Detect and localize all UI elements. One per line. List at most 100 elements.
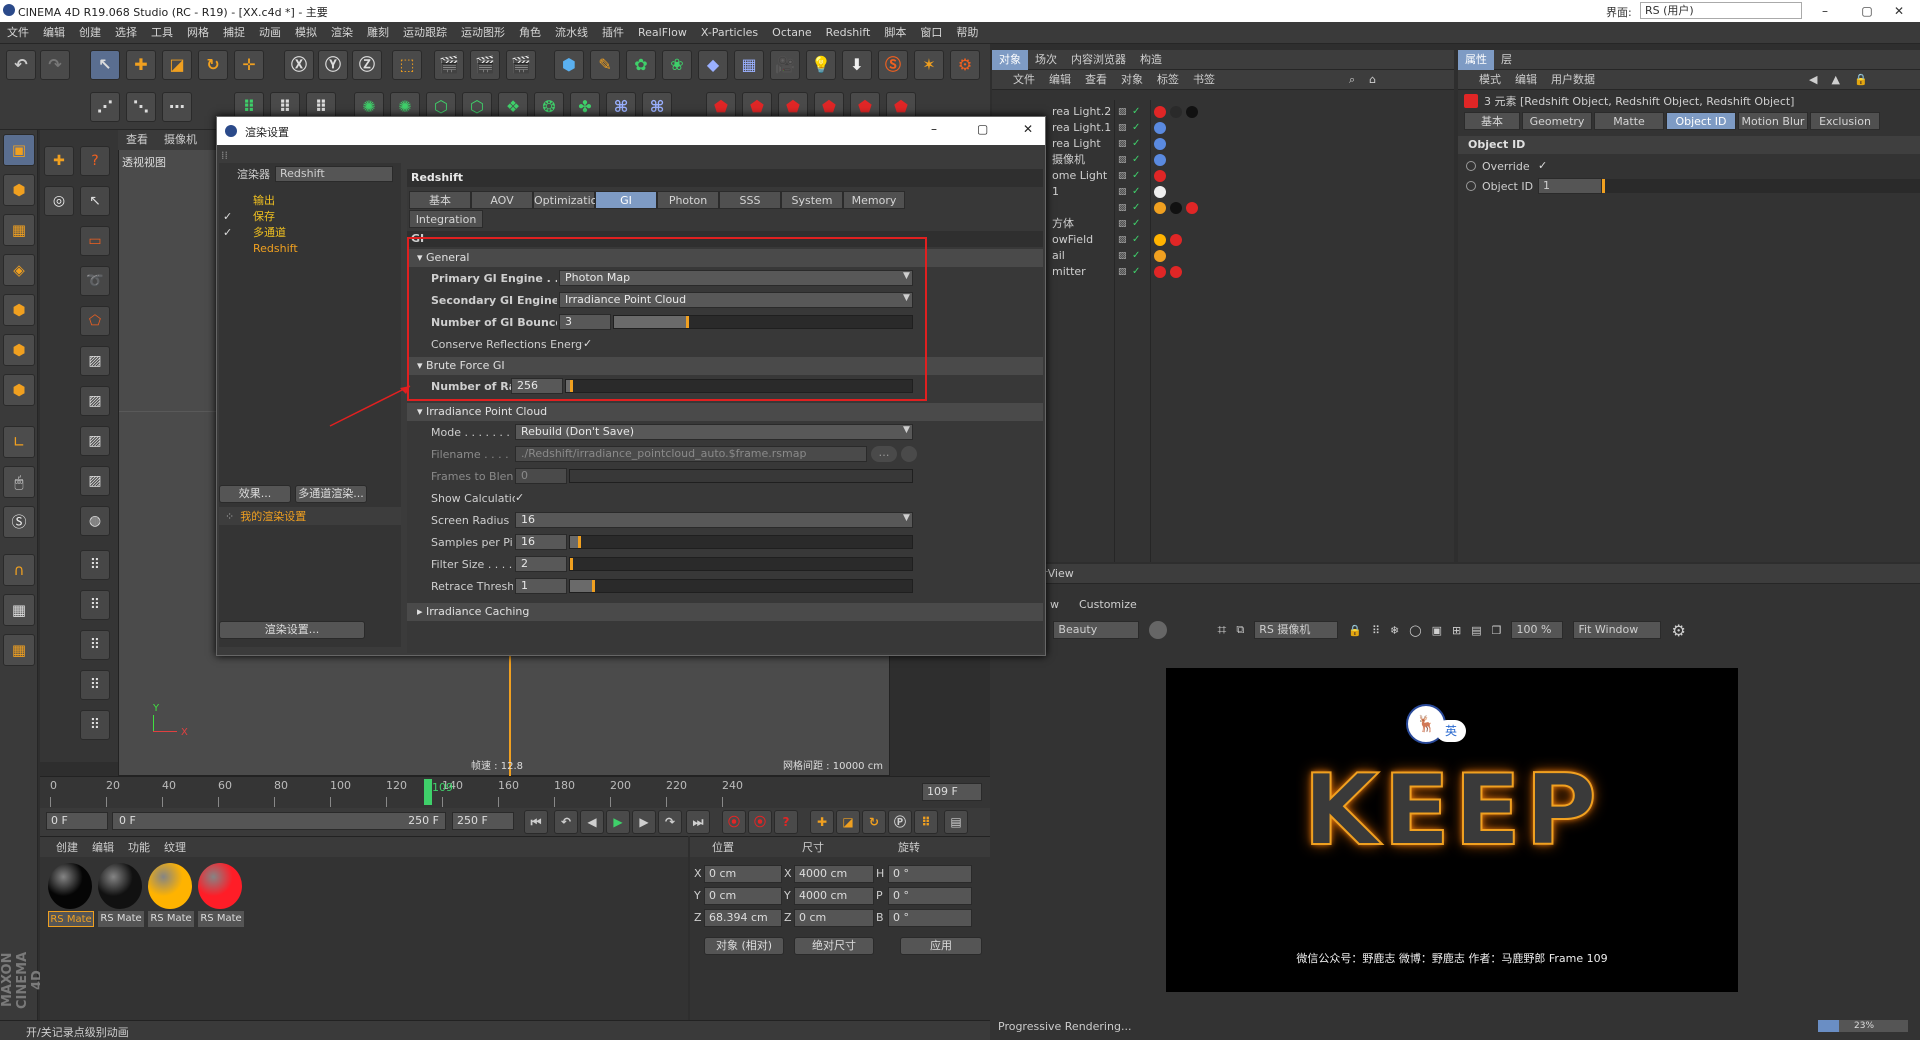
visibility-icon[interactable]: ▨	[1118, 104, 1127, 120]
select-tool-icon[interactable]: ↖	[90, 50, 120, 80]
visibility-icon[interactable]: ▨	[1118, 136, 1127, 152]
xp-emitter-icon[interactable]: ⚙	[950, 50, 980, 80]
tab-attributes[interactable]: 属性	[1458, 49, 1494, 70]
menu-item[interactable]: 网格	[180, 22, 216, 44]
dialog-maximize-button[interactable]: ▢	[977, 122, 988, 136]
cube-icon[interactable]: ⬢	[554, 50, 584, 80]
point-mode-icon[interactable]: ⋰	[90, 92, 120, 122]
rv-aov-select[interactable]: Beauty	[1053, 621, 1140, 639]
rv-image-icon[interactable]: ▣	[1432, 624, 1442, 637]
menu-item[interactable]: 插件	[595, 22, 631, 44]
tab-objects[interactable]: 对象	[992, 49, 1028, 70]
visibility-icon[interactable]: ▨	[1118, 120, 1127, 136]
menu-item[interactable]: 窗口	[913, 22, 949, 44]
undo-icon[interactable]: ↶	[6, 50, 36, 80]
dialog-close-button[interactable]: ✕	[1023, 122, 1033, 136]
mat-menu-texture[interactable]: 纹理	[164, 839, 186, 855]
rv-menu-customize[interactable]: Customize	[1079, 598, 1137, 611]
end-frame-field[interactable]: 250 F	[452, 812, 514, 830]
menu-item[interactable]: 工具	[144, 22, 180, 44]
tree-item[interactable]: Redshift	[219, 241, 401, 257]
menu-item[interactable]: 角色	[512, 22, 548, 44]
key-scale-icon[interactable]: ◪	[836, 810, 860, 834]
tree-item[interactable]: 输出	[219, 193, 401, 209]
layout-select[interactable]: RS (用户)	[1640, 2, 1802, 19]
menu-item[interactable]: 动画	[252, 22, 288, 44]
attr-subtab[interactable]: 基本	[1464, 112, 1520, 130]
override-checkbox[interactable]: ✓	[1538, 160, 1550, 172]
ipc-samples-slider[interactable]	[569, 535, 913, 549]
tree-item[interactable]: ✓ 保存	[219, 209, 401, 225]
om-menu-objects[interactable]: 对象	[1114, 70, 1150, 90]
goto-end-icon[interactable]: ⏭	[686, 810, 710, 834]
rv-rgb-icon[interactable]	[1149, 621, 1168, 639]
om-menu-tags[interactable]: 标签	[1150, 70, 1186, 90]
tree-item[interactable]: ✓ 多通道	[219, 225, 401, 241]
grid1-icon[interactable]: ⠿	[80, 550, 110, 580]
irradiance-caching-section-header[interactable]: ▸ Irradiance Caching	[407, 603, 1043, 621]
object-row[interactable]: ▨ ✓	[992, 200, 1454, 216]
ipc-filter-slider[interactable]	[569, 557, 913, 571]
tab-memory[interactable]: Memory	[843, 191, 905, 209]
visibility-icon[interactable]: ▨	[1118, 248, 1127, 264]
pen-icon[interactable]: ✎	[590, 50, 620, 80]
object-tag-icon[interactable]	[1154, 266, 1166, 278]
extrude-icon[interactable]: ▨	[80, 426, 110, 456]
xparticles-icon[interactable]: ✶	[914, 50, 944, 80]
renderer-select[interactable]: Redshift	[275, 166, 393, 182]
om-menu-view[interactable]: 查看	[1078, 70, 1114, 90]
rot-h-field[interactable]: 0 °	[888, 865, 972, 883]
close-button[interactable]: ✕	[1878, 0, 1920, 22]
object-tag-icon[interactable]	[1154, 202, 1166, 214]
tab-sss[interactable]: SSS	[719, 191, 781, 209]
size-z-field[interactable]: 0 cm	[794, 909, 874, 927]
object-tag-icon[interactable]	[1170, 266, 1182, 278]
enable-check-icon[interactable]: ✓	[1132, 184, 1140, 200]
viewport-menu-view[interactable]: 查看	[118, 130, 156, 150]
my-settings-row[interactable]: ⁘ 我的渲染设置	[219, 507, 401, 525]
om-menu-edit[interactable]: 编辑	[1042, 70, 1078, 90]
rv-copy-icon[interactable]: ❐	[1492, 624, 1502, 637]
axis-mode-icon[interactable]: ∟	[3, 426, 35, 458]
cursor-icon[interactable]: ↖	[80, 186, 110, 216]
play-icon[interactable]: ▶	[606, 810, 630, 834]
object-tag-icon[interactable]	[1170, 106, 1182, 118]
object-tag-icon[interactable]	[1186, 106, 1198, 118]
snap-toggle-icon[interactable]: Ⓢ	[3, 506, 35, 538]
enable-check-icon[interactable]: ✓	[1132, 216, 1140, 232]
current-frame-field[interactable]: 109 F	[922, 783, 982, 801]
z-axis-icon[interactable]: Ⓩ	[352, 50, 382, 80]
x-axis-icon[interactable]: Ⓧ	[284, 50, 314, 80]
y-axis-icon[interactable]: Ⓨ	[318, 50, 348, 80]
object-row[interactable]: rea Light.2 ▨ ✓	[992, 104, 1454, 120]
camera-icon[interactable]: 🎥	[770, 50, 800, 80]
rv-snow-icon[interactable]: ❄	[1390, 624, 1399, 637]
object-row[interactable]: 方体 ▨ ✓	[992, 216, 1454, 232]
mat-menu-create[interactable]: 创建	[56, 839, 78, 855]
key-pla-icon[interactable]: ⠿	[914, 810, 938, 834]
pos-z-field[interactable]: 68.394 cm	[704, 909, 782, 927]
light-icon[interactable]: 💡	[806, 50, 836, 80]
rect-select-icon[interactable]: ▭	[80, 226, 110, 256]
render-settings-button[interactable]: 渲染设置...	[219, 621, 365, 639]
render-settings-icon[interactable]: 🎬	[506, 50, 536, 80]
enable-check-icon[interactable]: ✓	[1132, 248, 1140, 264]
object-row[interactable]: 摄像机 ▨ ✓	[992, 152, 1454, 168]
enable-check-icon[interactable]: ✓	[1132, 104, 1140, 120]
object-tag-icon[interactable]	[1154, 234, 1166, 246]
menu-item[interactable]: 雕刻	[360, 22, 396, 44]
points-mode-icon[interactable]: ⬢	[3, 294, 35, 326]
keyframe-help-icon[interactable]: ?	[774, 810, 798, 834]
prev-key-icon[interactable]: ↶	[554, 810, 578, 834]
ipc-retrace-field[interactable]: 1	[515, 578, 567, 594]
attr-subtab[interactable]: Exclusion	[1810, 112, 1880, 130]
coord-mode-select[interactable]: 对象 (相对)	[704, 937, 784, 955]
menu-item[interactable]: 脚本	[877, 22, 913, 44]
texture-mode-icon[interactable]: ▦	[3, 214, 35, 246]
tab-layers[interactable]: 层	[1494, 50, 1519, 70]
object-tag-icon[interactable]	[1154, 138, 1166, 150]
live-select-icon[interactable]: ✛	[234, 50, 264, 80]
ipc-show-calc-checkbox[interactable]: ✓	[515, 492, 527, 504]
bridge-icon[interactable]: ▨	[80, 386, 110, 416]
object-tag-icon[interactable]	[1154, 106, 1166, 118]
